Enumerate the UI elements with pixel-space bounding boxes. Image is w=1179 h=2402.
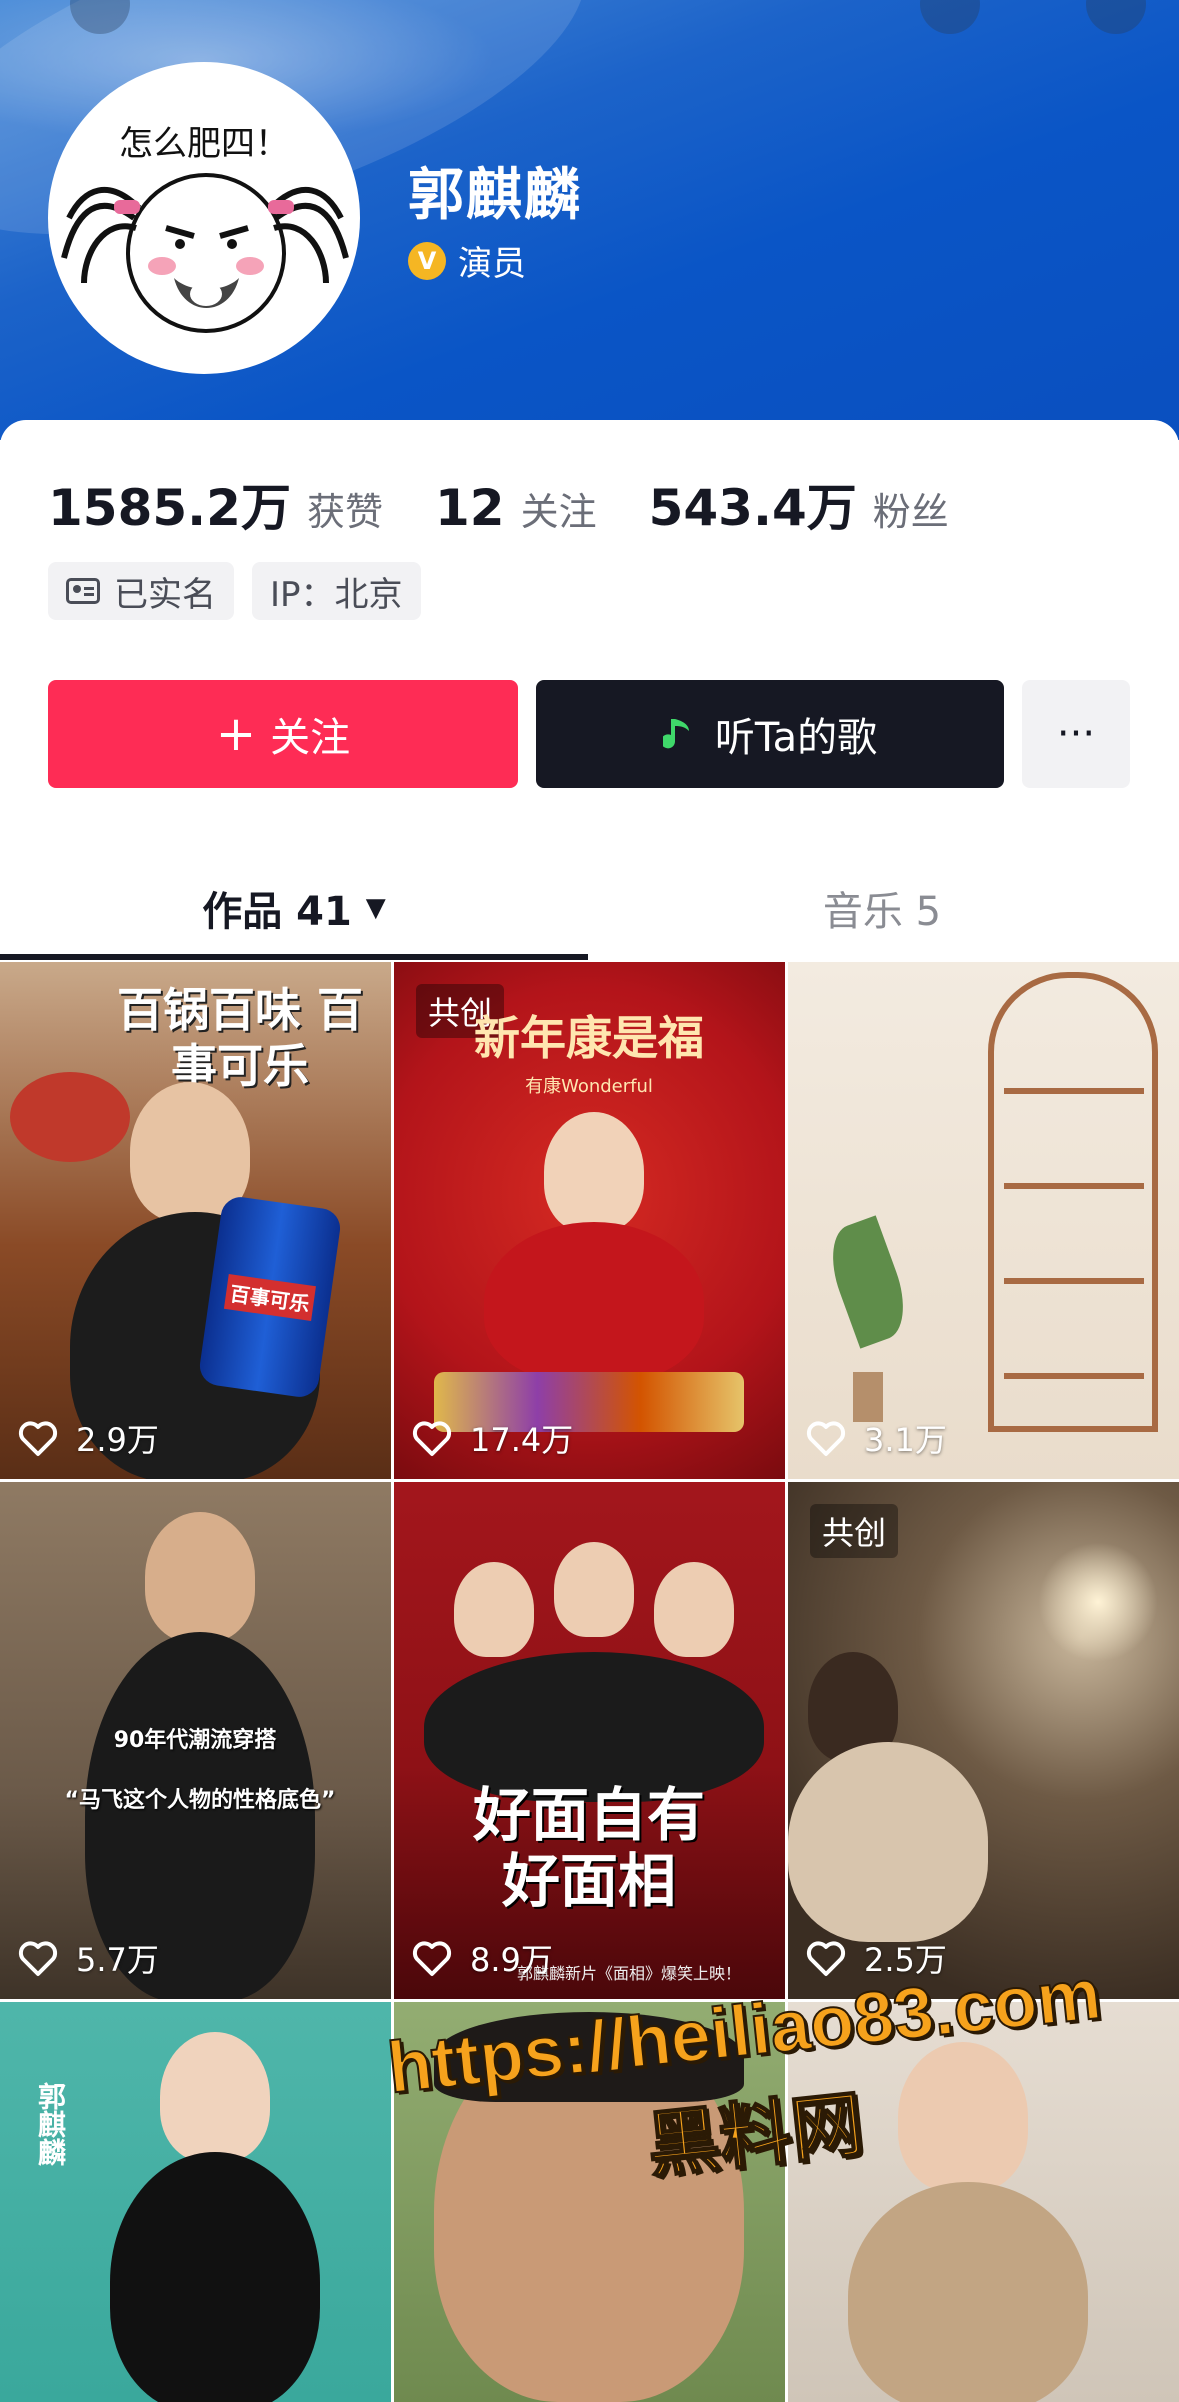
tab-music[interactable]: 音乐 5	[588, 860, 1176, 956]
ip-tag: IP：北京	[252, 562, 421, 620]
like-count: 3.1万	[806, 1415, 947, 1461]
menu-button[interactable]	[1086, 0, 1146, 34]
post-person-body	[110, 2152, 320, 2402]
post-subtitle: 有康Wonderful	[525, 1076, 653, 1097]
heart-icon	[806, 1421, 846, 1456]
post-person	[554, 1542, 634, 1637]
follow-button-label: 关注	[270, 715, 351, 761]
plus-icon: +	[215, 706, 257, 762]
post-lamp	[1038, 1542, 1158, 1662]
action-buttons: + 关注 听Ta的歌 ···	[48, 680, 1130, 788]
video-tile[interactable]: 郭麒麟	[0, 2002, 391, 2402]
verified-role-label: 演员	[458, 244, 526, 284]
stat-likes-label: 获赞	[306, 490, 383, 534]
post-title: 好面自有 好面相	[472, 1781, 705, 1915]
verified-v-icon: V	[408, 241, 446, 280]
post-person-body	[484, 1222, 704, 1382]
post-person-body	[424, 1652, 764, 1802]
like-count-value: 5.7万	[76, 1941, 159, 1979]
stat-followers-label: 粉丝	[872, 490, 949, 534]
post-caption-a: 90年代潮流穿搭	[113, 1728, 277, 1753]
tab-music-label: 音乐 5	[822, 889, 942, 935]
like-count: 8.9万	[412, 1935, 553, 1981]
shelf-bottles	[1004, 1028, 1144, 1408]
video-tile[interactable]: 共创 新年康是福 有康Wonderful 17.4万	[394, 962, 785, 1479]
heart-icon	[18, 1941, 58, 1976]
stat-following-label: 关注	[520, 490, 597, 534]
tab-works[interactable]: 作品 41 ▼	[0, 860, 588, 956]
stat-likes[interactable]: 1585.2万 获赞	[48, 468, 383, 540]
stat-following-value: 12	[434, 479, 505, 537]
avatar[interactable]: 怎么肥四！	[48, 62, 360, 374]
pepsi-can-label: 百事可乐	[223, 1273, 317, 1321]
video-tile[interactable]: 共创 2.5万	[788, 1482, 1179, 1999]
listen-songs-button[interactable]: 听Ta的歌	[536, 680, 1004, 788]
heart-icon	[412, 1941, 452, 1976]
heart-icon	[806, 1941, 846, 1976]
like-count: 5.7万	[18, 1935, 159, 1981]
heart-icon	[412, 1421, 452, 1456]
post-person	[145, 1512, 255, 1642]
post-caption-b: “马飞这个人物的性格底色”	[64, 1788, 336, 1813]
like-count: 2.9万	[18, 1415, 159, 1461]
post-person	[160, 2032, 270, 2162]
like-count-value: 2.9万	[76, 1421, 159, 1459]
post-side-label: 郭麒麟	[34, 2082, 67, 2166]
post-person-body	[788, 1742, 988, 1942]
post-title: 新年康是福	[474, 1011, 704, 1065]
realname-tag-label: 已实名	[114, 574, 216, 615]
like-count-value: 17.4万	[470, 1421, 574, 1459]
like-count-value: 8.9万	[470, 1941, 553, 1979]
post-hotpot	[10, 1072, 130, 1162]
avatar-cartoon-face	[61, 173, 349, 333]
like-count: 17.4万	[412, 1415, 573, 1461]
profile-banner: 怎么肥四！ 郭麒麟 V 演员	[0, 0, 1179, 440]
stat-followers[interactable]: 543.4万 粉丝	[649, 468, 949, 540]
video-tile[interactable]: 好面自有 好面相 郭麒麟新片《面相》爆笑上映！ 8.9万	[394, 1482, 785, 1999]
cocreate-badge: 共创	[810, 1504, 899, 1558]
post-title: 百锅百味 百事可乐	[116, 983, 363, 1093]
post-person	[654, 1562, 734, 1657]
id-card-icon	[66, 578, 100, 604]
stat-likes-value: 1585.2万	[48, 479, 291, 537]
profile-name: 郭麒麟	[408, 163, 582, 228]
more-dots-icon: ···	[1056, 711, 1096, 757]
stat-followers-value: 543.4万	[648, 479, 857, 537]
profile-tags: 已实名 IP：北京	[48, 562, 439, 620]
post-person-body	[848, 2182, 1088, 2402]
ip-tag-label: IP：北京	[270, 574, 403, 615]
more-button[interactable]: ···	[1022, 680, 1130, 788]
plant	[819, 1215, 917, 1422]
stat-following[interactable]: 12 关注	[435, 479, 597, 537]
tab-works-label: 作品 41	[202, 889, 352, 935]
tab-active-indicator	[0, 954, 588, 960]
post-person	[544, 1112, 644, 1232]
like-count-value: 3.1万	[864, 1421, 947, 1459]
heart-icon	[18, 1421, 58, 1456]
content-tabs: 作品 41 ▼ 音乐 5	[0, 860, 1179, 960]
video-tile[interactable]: 3.1万	[788, 962, 1179, 1479]
stats-row: 1585.2万 获赞 12 关注 543.4万 粉丝	[48, 468, 1001, 540]
music-note-icon	[662, 719, 689, 749]
search-button[interactable]	[920, 0, 980, 34]
verified-role: V 演员	[408, 236, 526, 285]
wine-shelf	[988, 972, 1158, 1432]
listen-songs-label: 听Ta的歌	[714, 715, 878, 761]
caret-down-icon: ▼	[365, 893, 386, 923]
realname-tag: 已实名	[48, 562, 234, 620]
video-tile[interactable]: 90年代潮流穿搭 “马飞这个人物的性格底色” 5.7万	[0, 1482, 391, 1999]
pepsi-can: 百事可乐	[197, 1194, 343, 1400]
post-person	[454, 1562, 534, 1657]
follow-button[interactable]: + 关注	[48, 680, 518, 788]
video-tile[interactable]: 百锅百味 百事可乐 百事可乐 2.9万	[0, 962, 391, 1479]
